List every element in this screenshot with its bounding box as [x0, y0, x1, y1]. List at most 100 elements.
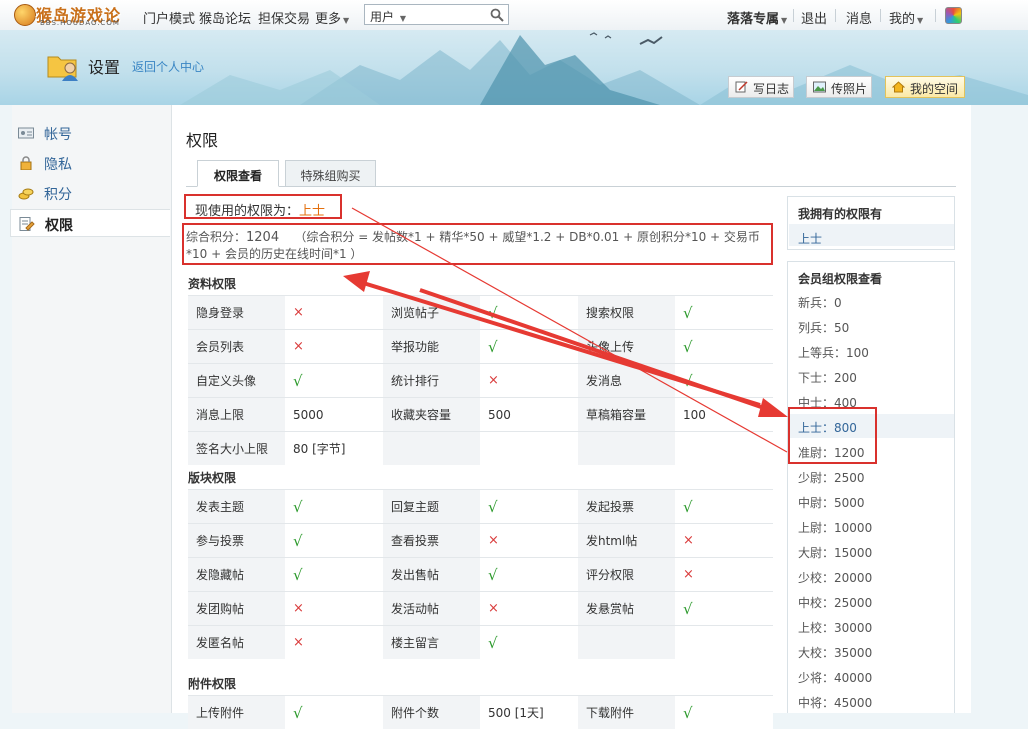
- grade-colon: ：: [822, 571, 834, 585]
- permission-label: 举报功能: [383, 330, 480, 364]
- cross-icon: ×: [293, 305, 304, 320]
- nav-portal[interactable]: 门户模式: [143, 8, 195, 27]
- permission-status: ×: [480, 524, 578, 558]
- check-icon: √: [293, 532, 303, 550]
- grade-points: 10000: [834, 521, 872, 535]
- permission-status: ×: [285, 592, 383, 626]
- messages-link[interactable]: 消息: [846, 8, 872, 27]
- permission-table: 隐身登录×浏览帖子√搜索权限√会员列表×举报功能√头像上传√自定义头像√统计排行…: [188, 295, 773, 465]
- theme-color-icon[interactable]: [945, 7, 962, 24]
- my-menu[interactable]: 我的▼: [889, 8, 923, 27]
- grade-name[interactable]: 上等兵: [798, 346, 834, 360]
- search-input[interactable]: [425, 7, 489, 24]
- grade-points: 20000: [834, 571, 872, 585]
- nav-forum[interactable]: 猴岛论坛: [199, 8, 251, 27]
- grade-points: 50: [834, 321, 849, 335]
- tab-permission-view[interactable]: 权限查看: [197, 160, 279, 187]
- upload-photo-button[interactable]: 传照片: [806, 76, 872, 98]
- grade-name[interactable]: 大校: [798, 646, 822, 660]
- permission-table: 上传附件√附件个数500 [1天]下载附件√: [188, 695, 773, 729]
- permission-status: √: [675, 330, 773, 364]
- nav-more[interactable]: 更多▼: [315, 8, 349, 27]
- user-name: 落落专属: [727, 12, 779, 27]
- grade-name[interactable]: 新兵: [798, 296, 822, 310]
- grade-name[interactable]: 中将: [798, 696, 822, 710]
- grade-item: 大校：35000: [798, 644, 872, 661]
- table-row: 会员列表×举报功能√头像上传√: [188, 330, 773, 364]
- my-space-button[interactable]: 我的空间: [885, 76, 965, 98]
- permission-label: [578, 432, 675, 466]
- grade-item: 上校：30000: [798, 619, 872, 636]
- check-icon: √: [293, 498, 303, 516]
- grade-item: 新兵：0: [798, 294, 842, 311]
- member-groups-title: 会员组权限查看: [798, 270, 882, 287]
- table-row: 发隐藏帖√发出售帖√评分权限×: [188, 558, 773, 592]
- grade-item: 少将：40000: [798, 669, 872, 686]
- settings-folder-user-icon: [46, 51, 80, 81]
- permission-label: 统计排行: [383, 364, 480, 398]
- back-to-profile-link[interactable]: 返回个人中心: [132, 58, 204, 75]
- grade-name[interactable]: 少尉: [798, 471, 822, 485]
- nav-escrow[interactable]: 担保交易: [258, 8, 310, 27]
- check-icon: √: [683, 304, 693, 322]
- check-icon: √: [488, 566, 498, 584]
- grade-points: 200: [834, 371, 857, 385]
- grade-points: 35000: [834, 646, 872, 660]
- search-type-select[interactable]: 用户 ▼: [370, 8, 406, 25]
- grade-name[interactable]: 少将: [798, 671, 822, 685]
- check-icon: √: [683, 498, 693, 516]
- grade-item: 上等兵：100: [798, 344, 869, 361]
- grade-name[interactable]: 中尉: [798, 496, 822, 510]
- sidebar-item-permissions[interactable]: 权限: [10, 209, 170, 237]
- grade-item: 上尉：10000: [798, 519, 872, 536]
- permission-status: √: [675, 296, 773, 330]
- score-formula-part1: （综合积分 = 发帖数*1 + 精华*50 + 威望*1.2 + DB*0.01…: [294, 230, 760, 244]
- permission-label: 回复主题: [383, 490, 480, 524]
- current-permission-value[interactable]: 上士: [299, 204, 325, 219]
- table-row: 发表主题√回复主题√发起投票√: [188, 490, 773, 524]
- grade-colon: ：: [822, 521, 834, 535]
- grade-points: 5000: [834, 496, 865, 510]
- cross-icon: ×: [488, 373, 499, 388]
- current-permission: 现使用的权限为：上士: [195, 200, 325, 219]
- grade-name[interactable]: 少校: [798, 571, 822, 585]
- permission-status: ×: [675, 524, 773, 558]
- site-logo[interactable]: 猴岛游戏论坛 BBS.HOUDAO.COM: [14, 2, 136, 28]
- owned-permission-value[interactable]: 上士: [798, 230, 822, 247]
- cross-icon: ×: [293, 635, 304, 650]
- sidebar-item-privacy[interactable]: 隐私: [10, 149, 170, 177]
- check-icon: √: [293, 372, 303, 390]
- grade-name[interactable]: 上校: [798, 621, 822, 635]
- grade-name[interactable]: 列兵: [798, 321, 822, 335]
- lock-icon: [18, 156, 34, 170]
- permission-status: √: [675, 364, 773, 398]
- check-icon: √: [293, 566, 303, 584]
- sidebar-item-points[interactable]: 积分: [10, 179, 170, 207]
- permission-status: √: [285, 524, 383, 558]
- owned-permissions-box: 我拥有的权限有 上士: [787, 196, 955, 250]
- logout-link[interactable]: 退出: [801, 8, 827, 27]
- permission-value: 5000: [285, 398, 383, 432]
- permission-value: 500 [1天]: [480, 696, 578, 729]
- grade-name[interactable]: 上尉: [798, 521, 822, 535]
- permission-status: √: [285, 696, 383, 729]
- search-icon[interactable]: [490, 8, 504, 22]
- permission-status: √: [675, 490, 773, 524]
- score-line: 综合积分：1204 （综合积分 = 发帖数*1 + 精华*50 + 威望*1.2…: [186, 228, 760, 245]
- permission-status: ×: [285, 330, 383, 364]
- tab-special-group-purchase[interactable]: 特殊组购买: [285, 160, 376, 187]
- grade-name[interactable]: 下士: [798, 371, 822, 385]
- divider: [880, 9, 881, 22]
- score-value: 1204: [246, 230, 279, 245]
- write-blog-button[interactable]: 写日志: [728, 76, 794, 98]
- permission-label: 发团购帖: [188, 592, 285, 626]
- user-menu[interactable]: 落落专属▼: [727, 8, 787, 27]
- sidebar-item-account[interactable]: 帐号: [10, 119, 170, 147]
- permission-table: 发表主题√回复主题√发起投票√参与投票√查看投票×发html帖×发隐藏帖√发出售…: [188, 489, 773, 659]
- permission-label: 收藏夹容量: [383, 398, 480, 432]
- grade-name[interactable]: 大尉: [798, 546, 822, 560]
- grade-colon: ：: [822, 471, 834, 485]
- cross-icon: ×: [488, 601, 499, 616]
- table-row: 发团购帖×发活动帖×发悬赏帖√: [188, 592, 773, 626]
- grade-name[interactable]: 中校: [798, 596, 822, 610]
